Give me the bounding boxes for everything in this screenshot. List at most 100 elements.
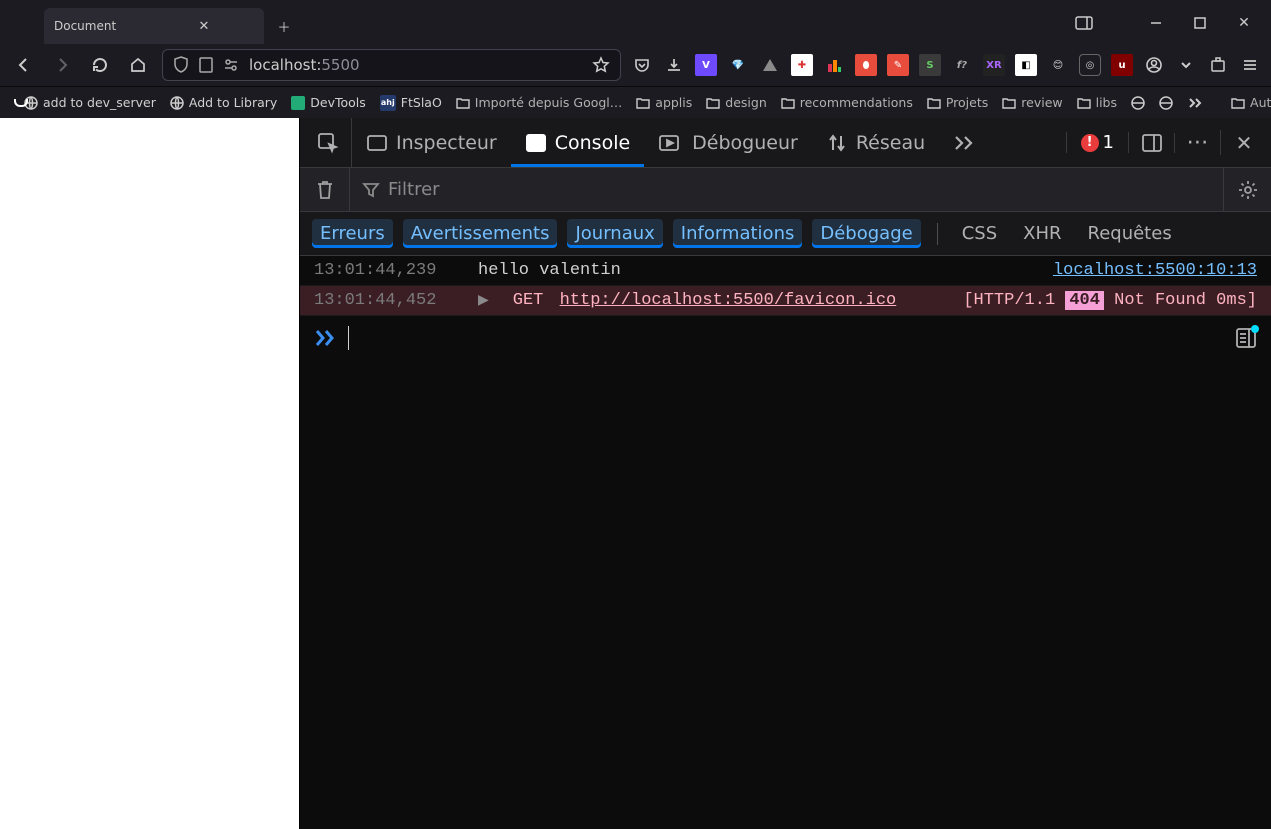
split-console-icon[interactable] <box>1235 327 1257 349</box>
console-toolbar: Filtrer <box>300 168 1271 212</box>
extension-icon[interactable]: ✎ <box>887 54 909 76</box>
bookmark-folder[interactable]: Importé depuis Googl… <box>456 95 622 110</box>
tab-console[interactable]: Console <box>511 118 644 167</box>
console-error-row[interactable]: 13:01:44,452 ▶ GET http://localhost:5500… <box>300 286 1271 316</box>
filter-warnings[interactable]: Avertissements <box>403 219 558 248</box>
error-icon: ! <box>1081 134 1099 152</box>
downloads-icon[interactable] <box>663 54 685 76</box>
page-viewport[interactable] <box>0 118 299 829</box>
bookmark-star-icon[interactable] <box>592 56 610 74</box>
extensions-icon[interactable] <box>1207 54 1229 76</box>
filter-info[interactable]: Informations <box>673 219 803 248</box>
error-count-badge[interactable]: ! 1 <box>1066 132 1129 153</box>
log-timestamp: 13:01:44,239 <box>314 261 454 280</box>
extension-icon[interactable]: ◧ <box>1015 54 1037 76</box>
devtools-menu-icon[interactable]: ⋯ <box>1175 130 1221 155</box>
filter-requests[interactable]: Requêtes <box>1080 219 1180 248</box>
bookmark-folder[interactable]: libs <box>1077 95 1117 110</box>
filter-xhr[interactable]: XHR <box>1015 219 1069 248</box>
funnel-icon <box>362 181 380 199</box>
account-icon[interactable] <box>1143 54 1165 76</box>
forward-button[interactable] <box>48 51 76 79</box>
ublock-icon[interactable]: u <box>1111 54 1133 76</box>
devtools-tabbar: Inspecteur Console Débogueur Réseau ! 1 <box>300 118 1271 168</box>
console-log-row[interactable]: 13:01:44,239 hello valentin localhost:55… <box>300 256 1271 286</box>
log-message: GET http://localhost:5500/favicon.ico <box>513 291 940 310</box>
extension-icon[interactable]: XR <box>983 54 1005 76</box>
tab-inspector[interactable]: Inspecteur <box>352 118 511 167</box>
extension-icon[interactable] <box>855 54 877 76</box>
extension-icon[interactable]: 💎 <box>727 54 749 76</box>
element-picker-icon[interactable] <box>304 118 352 167</box>
extension-icon[interactable]: ✚ <box>791 54 813 76</box>
home-button[interactable] <box>124 51 152 79</box>
close-tab-icon[interactable]: ✕ <box>154 16 254 36</box>
log-message: hello valentin <box>478 261 1029 280</box>
request-url-link[interactable]: http://localhost:5500/favicon.ico <box>560 291 897 310</box>
url-toolbar: localhost:5500 V 💎 ✚ ✎ S f? XR ◧ 😊 ◎ u <box>0 44 1271 86</box>
overflow-chevron-icon[interactable] <box>1175 54 1197 76</box>
sidebar-toggle-icon[interactable] <box>1065 8 1103 38</box>
bookmark-item[interactable]: Add to Library <box>170 95 277 110</box>
devtools-more-tabs-icon[interactable] <box>939 118 989 167</box>
bookmark-item[interactable] <box>1159 96 1173 110</box>
filter-errors[interactable]: Erreurs <box>312 219 393 248</box>
back-button[interactable] <box>10 51 38 79</box>
bookmark-item[interactable]: ahj FtSlaO <box>380 95 442 111</box>
bookmark-folder[interactable]: review <box>1002 95 1062 110</box>
pocket-icon[interactable] <box>631 54 653 76</box>
bookmark-item[interactable]: DevTools <box>291 95 366 110</box>
extension-icon[interactable]: f? <box>951 54 973 76</box>
dock-side-icon[interactable] <box>1129 133 1175 153</box>
permissions-icon[interactable] <box>223 57 239 73</box>
filter-css[interactable]: CSS <box>954 219 1005 248</box>
app-menu-icon[interactable] <box>1239 54 1261 76</box>
clear-console-icon[interactable] <box>300 168 350 211</box>
filter-debug[interactable]: Débogage <box>812 219 920 248</box>
extension-icon[interactable]: V <box>695 54 717 76</box>
shield-icon <box>173 56 189 74</box>
extension-icon[interactable] <box>759 54 781 76</box>
bookmark-folder[interactable]: applis <box>636 95 692 110</box>
new-tab-button[interactable]: ＋ <box>274 16 294 36</box>
close-window-icon[interactable]: ✕ <box>1225 8 1263 38</box>
bookmark-item[interactable] <box>1131 96 1145 110</box>
bookmark-folder[interactable]: recommendations <box>781 95 913 110</box>
minimize-window-icon[interactable] <box>1137 8 1175 38</box>
bookmark-item[interactable]: add to dev_server <box>24 95 156 110</box>
console-filter-tabs: Erreurs Avertissements Journaux Informat… <box>300 212 1271 256</box>
other-bookmarks-folder[interactable]: Autres marque-pages <box>1231 95 1271 110</box>
http-status: [HTTP/1.1 404 Not Found 0ms] <box>963 291 1257 310</box>
extension-icon[interactable]: 😊 <box>1047 54 1069 76</box>
log-timestamp: 13:01:44,452 <box>314 291 454 310</box>
expand-arrow-icon[interactable]: ▶ <box>478 292 489 309</box>
prompt-chevron-icon <box>314 327 336 349</box>
tab-debugger[interactable]: Débogueur <box>644 118 812 167</box>
input-caret <box>348 326 349 350</box>
extension-icon[interactable]: S <box>919 54 941 76</box>
maximize-window-icon[interactable] <box>1181 8 1219 38</box>
reload-button[interactable] <box>86 51 114 79</box>
browser-tab[interactable]: Document ✕ <box>44 8 264 44</box>
tab-network[interactable]: Réseau <box>812 118 939 167</box>
bookmarks-bar: add to dev_server Add to Library DevTool… <box>0 86 1271 118</box>
extension-icon[interactable]: ◎ <box>1079 54 1101 76</box>
close-devtools-icon[interactable]: ✕ <box>1221 131 1267 155</box>
favicon-icon: ahj <box>380 95 396 111</box>
filter-logs[interactable]: Journaux <box>567 219 662 248</box>
bookmark-folder[interactable]: Projets <box>927 95 988 110</box>
console-settings-icon[interactable] <box>1223 168 1271 211</box>
browser-titlebar: Document ✕ ＋ ✕ <box>0 0 1271 44</box>
separator <box>937 223 938 245</box>
page-info-icon[interactable] <box>199 57 213 73</box>
content-area: Inspecteur Console Débogueur Réseau ! 1 <box>0 118 1271 829</box>
extension-icon[interactable] <box>823 54 845 76</box>
console-input[interactable] <box>300 316 1271 360</box>
console-filter-input[interactable]: Filtrer <box>350 179 1223 200</box>
bookmarks-overflow-icon[interactable] <box>1187 96 1203 110</box>
bookmark-folder[interactable]: design <box>706 95 766 110</box>
console-output: 13:01:44,239 hello valentin localhost:55… <box>300 256 1271 829</box>
log-source-link[interactable]: localhost:5500:10:13 <box>1053 261 1257 280</box>
tab-title: Document <box>54 19 154 33</box>
address-bar[interactable]: localhost:5500 <box>162 49 621 81</box>
